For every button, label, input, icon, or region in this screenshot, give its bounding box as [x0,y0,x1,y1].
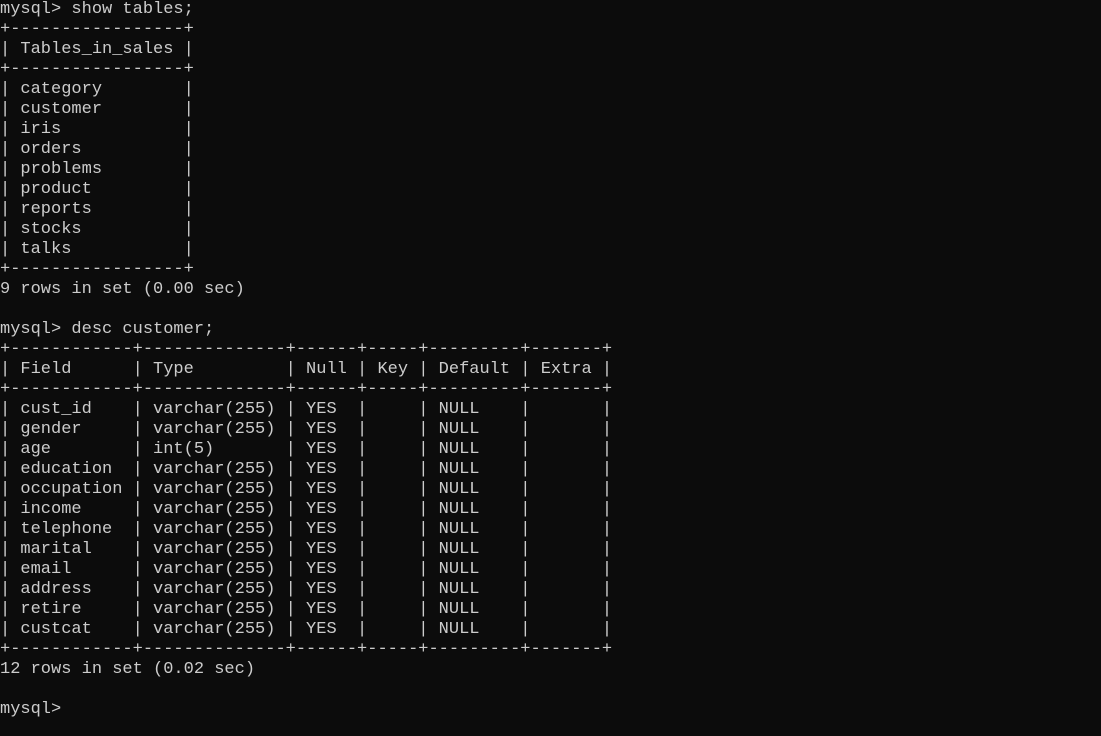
table-border-header: +-----------------+ [0,60,194,79]
table-border-bottom: +-----------------+ [0,260,194,279]
tables-row: | reports | [0,200,194,219]
tables-row: | talks | [0,240,194,259]
desc-row: | age | int(5) | YES | | NULL | | [0,440,613,459]
tables-row: | orders | [0,140,194,159]
desc-row: | marital | varchar(255) | YES | | NULL … [0,540,613,559]
desc-border-top: +------------+--------------+------+----… [0,340,613,359]
table-border-top: +-----------------+ [0,20,194,39]
desc-row: | custcat | varchar(255) | YES | | NULL … [0,620,613,639]
desc-row: | occupation | varchar(255) | YES | | NU… [0,480,613,499]
prompt-desc-customer: mysql> desc customer; [0,320,215,339]
terminal-window[interactable]: mysql> show tables; +-----------------+ … [0,0,1101,736]
tables-row: | category | [0,80,194,99]
result-summary: 9 rows in set (0.00 sec) [0,280,245,299]
result-summary: 12 rows in set (0.02 sec) [0,660,256,679]
desc-row: | retire | varchar(255) | YES | | NULL |… [0,600,613,619]
desc-border-header: +------------+--------------+------+----… [0,380,613,399]
tables-row: | stocks | [0,220,194,239]
tables-header: | Tables_in_sales | [0,40,194,59]
desc-row: | telephone | varchar(255) | YES | | NUL… [0,520,613,539]
desc-row: | email | varchar(255) | YES | | NULL | … [0,560,613,579]
tables-row: | iris | [0,120,194,139]
desc-border-bottom: +------------+--------------+------+----… [0,640,613,659]
prompt-show-tables: mysql> show tables; [0,0,194,19]
tables-row: | problems | [0,160,194,179]
desc-row: | gender | varchar(255) | YES | | NULL |… [0,420,613,439]
tables-row: | product | [0,180,194,199]
desc-row: | education | varchar(255) | YES | | NUL… [0,460,613,479]
tables-row: | customer | [0,100,194,119]
desc-row: | income | varchar(255) | YES | | NULL |… [0,500,613,519]
desc-row: | address | varchar(255) | YES | | NULL … [0,580,613,599]
desc-header: | Field | Type | Null | Key | Default | … [0,360,613,379]
prompt-current[interactable]: mysql> [0,700,61,720]
desc-row: | cust_id | varchar(255) | YES | | NULL … [0,400,613,419]
